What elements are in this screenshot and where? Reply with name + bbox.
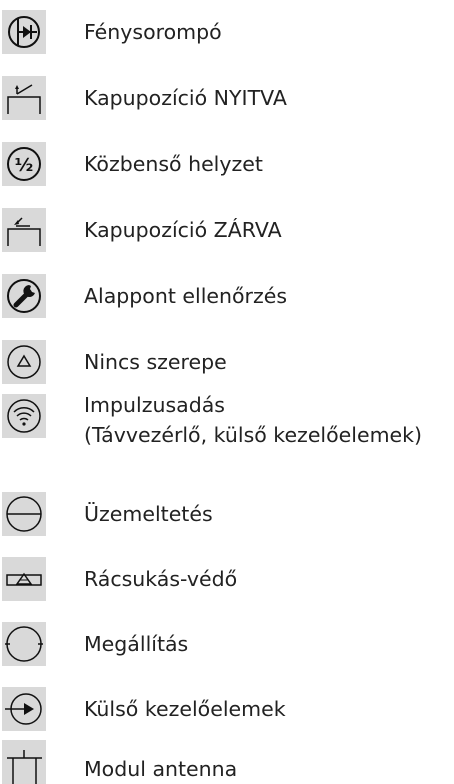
legend-label: Rácsukás-védő bbox=[84, 567, 238, 591]
external-controls-icon bbox=[2, 687, 46, 731]
legend-label: Kapupozíció NYITVA bbox=[84, 86, 287, 110]
gate-closed-icon bbox=[2, 208, 46, 252]
operation-icon bbox=[2, 492, 46, 536]
wrench-icon bbox=[2, 274, 46, 318]
antenna-module-icon bbox=[2, 740, 46, 784]
legend-label-secondary: (Távvezérlő, külső kezelőelemek) bbox=[84, 423, 423, 447]
legend-label: Fénysorompó bbox=[84, 20, 222, 44]
legend-label: Kapupozíció ZÁRVA bbox=[84, 218, 282, 242]
legend-label: Nincs szerepe bbox=[84, 350, 227, 374]
legend-label: Alappont ellenőrzés bbox=[84, 284, 288, 308]
photo-eye-icon bbox=[2, 10, 46, 54]
legend-label: Külső kezelőelemek bbox=[84, 697, 286, 721]
svg-text:½: ½ bbox=[15, 155, 34, 176]
wireless-icon bbox=[2, 394, 46, 438]
half-position-icon: ½ bbox=[2, 142, 46, 186]
stop-icon bbox=[2, 622, 46, 666]
legend-label: Közbenső helyzet bbox=[84, 152, 263, 176]
legend-label: Megállítás bbox=[84, 632, 189, 656]
closing-edge-icon bbox=[2, 557, 46, 601]
legend-label: Modul antenna bbox=[84, 757, 238, 781]
legend-label: Üzemeltetés bbox=[84, 502, 213, 526]
gate-open-icon bbox=[2, 76, 46, 120]
triangle-icon bbox=[2, 340, 46, 384]
legend-label: Impulzusadás bbox=[84, 393, 225, 417]
